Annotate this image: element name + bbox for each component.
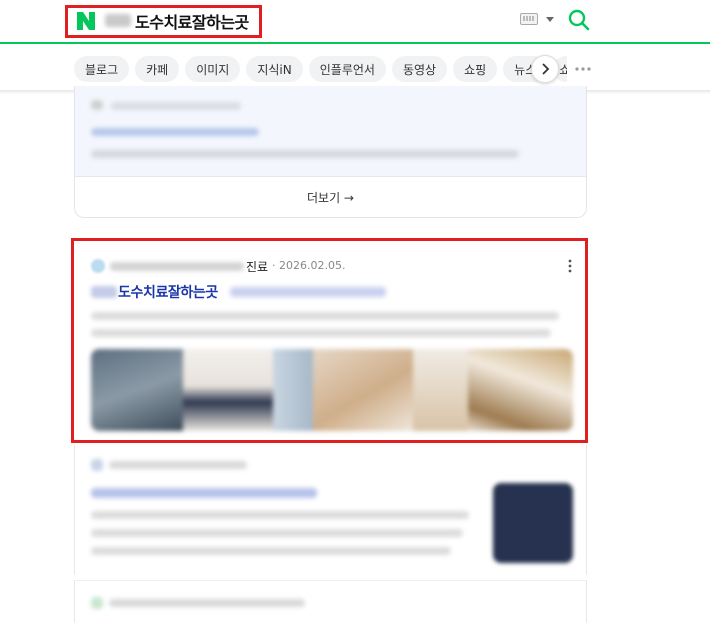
thumbnail[interactable] bbox=[91, 349, 183, 431]
more-link[interactable]: 더보기 → bbox=[75, 177, 586, 217]
result-title[interactable]: 도수치료잘하는곳 bbox=[118, 282, 218, 302]
search-query-text[interactable]: 도수치료잘하는곳 bbox=[135, 9, 249, 33]
tab-kin[interactable]: 지식iN bbox=[246, 56, 303, 82]
naver-n-icon[interactable] bbox=[76, 11, 96, 31]
blurred-snippet-line-1 bbox=[91, 511, 469, 519]
keyboard-icon[interactable] bbox=[520, 13, 538, 25]
blurred-title-tail bbox=[230, 287, 386, 297]
tab-list: 블로그 카페 이미지 지식iN 인플루언서 동영상 쇼핑 뉴스 쇼 bbox=[74, 56, 568, 82]
blurred-snippet-line-2 bbox=[91, 329, 551, 337]
blurred-link bbox=[91, 128, 259, 136]
result-thumbnail[interactable] bbox=[493, 483, 573, 563]
tab-cafe[interactable]: 카페 bbox=[135, 56, 180, 82]
blurred-snippet-line-1 bbox=[91, 312, 559, 320]
blurred-title bbox=[91, 488, 317, 498]
blurred-text bbox=[91, 150, 519, 158]
previous-result-card: 더보기 → bbox=[74, 86, 587, 218]
search-results-page: 도수치료잘하는곳 블로그 카페 이미지 지식iN 인플루언서 동영상 쇼핑 뉴스… bbox=[0, 0, 710, 623]
blurred-snippet-line-2 bbox=[91, 529, 463, 537]
thumbnail[interactable] bbox=[313, 349, 413, 431]
highlighted-result: 진료 · 2026.02.05. 도수치료잘하는곳 bbox=[71, 238, 588, 443]
blurred-favicon bbox=[91, 100, 103, 110]
blurred-favicon bbox=[91, 597, 103, 609]
blurred-source bbox=[109, 599, 305, 607]
source-favicon bbox=[91, 259, 105, 273]
thumbnail[interactable] bbox=[273, 349, 313, 431]
blurred-snippet-line-3 bbox=[91, 547, 451, 555]
tab-image[interactable]: 이미지 bbox=[185, 56, 241, 82]
following-result-card bbox=[74, 580, 587, 623]
blurred-title-prefix bbox=[91, 286, 117, 298]
result-date: · 2026.02.05. bbox=[272, 259, 346, 272]
blurred-source-name bbox=[110, 262, 244, 271]
vertical-tab-bar: 블로그 카페 이미지 지식iN 인플루언서 동영상 쇼핑 뉴스 쇼 bbox=[0, 46, 710, 90]
next-result-card bbox=[74, 445, 587, 575]
tab-video[interactable]: 동영상 bbox=[391, 56, 448, 82]
search-query-box[interactable]: 도수치료잘하는곳 bbox=[65, 5, 262, 38]
blurred-source bbox=[111, 102, 241, 110]
blurred-source bbox=[109, 461, 247, 469]
tab-blog[interactable]: 블로그 bbox=[74, 56, 130, 82]
image-thumbnail-strip[interactable] bbox=[91, 349, 573, 431]
tab-shopping[interactable]: 쇼핑 bbox=[453, 56, 498, 82]
blurred-snippet-area bbox=[75, 86, 586, 176]
blurred-favicon bbox=[91, 459, 103, 471]
thumbnail[interactable] bbox=[468, 349, 573, 431]
more-dots-icon[interactable] bbox=[574, 66, 592, 72]
kebab-menu-icon[interactable] bbox=[568, 259, 572, 273]
search-header: 도수치료잘하는곳 bbox=[0, 0, 710, 44]
chevron-down-icon[interactable] bbox=[546, 17, 554, 22]
tab-influencer[interactable]: 인플루언서 bbox=[308, 56, 386, 82]
search-icon[interactable] bbox=[568, 9, 590, 31]
source-suffix[interactable]: 진료 bbox=[246, 258, 268, 275]
blurred-query-prefix bbox=[105, 14, 131, 27]
thumbnail[interactable] bbox=[413, 349, 468, 431]
chevron-right-icon bbox=[542, 63, 550, 75]
thumbnail[interactable] bbox=[183, 349, 273, 431]
tab-next-button[interactable] bbox=[531, 55, 559, 83]
